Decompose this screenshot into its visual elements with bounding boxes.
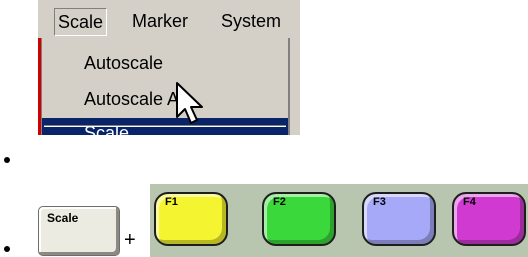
f1-key-label: F1 bbox=[165, 196, 178, 208]
menu-system[interactable]: System bbox=[218, 8, 284, 34]
menu-scale[interactable]: Scale bbox=[54, 8, 108, 36]
menu-screenshot: Scale Marker System Autoscale Autoscale … bbox=[38, 0, 300, 135]
f4-key[interactable]: F4 bbox=[452, 192, 526, 246]
menu-item-autoscale[interactable]: Autoscale bbox=[42, 48, 288, 78]
f4-key-label: F4 bbox=[463, 196, 476, 208]
menubar: Scale Marker System bbox=[38, 0, 300, 40]
bullet-1 bbox=[4, 157, 10, 163]
plus-sign: + bbox=[124, 229, 136, 251]
menu-left-edge bbox=[38, 38, 42, 135]
f3-key-label: F3 bbox=[373, 196, 386, 208]
menu-separator bbox=[44, 125, 286, 127]
function-key-panel: F1 F2 F3 F4 bbox=[150, 184, 528, 257]
f2-key-label: F2 bbox=[273, 196, 286, 208]
arrow-pointer-icon bbox=[176, 82, 203, 124]
bullet-2 bbox=[4, 246, 10, 252]
f3-key[interactable]: F3 bbox=[362, 192, 436, 246]
scale-hardkey[interactable]: Scale bbox=[38, 206, 120, 256]
scale-hardkey-label: Scale bbox=[47, 211, 79, 225]
f1-key[interactable]: F1 bbox=[154, 192, 228, 246]
menu-item-autoscale-all[interactable]: Autoscale All bbox=[42, 84, 288, 114]
stage: Scale Marker System Autoscale Autoscale … bbox=[0, 0, 528, 257]
f2-key[interactable]: F2 bbox=[262, 192, 336, 246]
menu-marker[interactable]: Marker bbox=[129, 8, 191, 34]
